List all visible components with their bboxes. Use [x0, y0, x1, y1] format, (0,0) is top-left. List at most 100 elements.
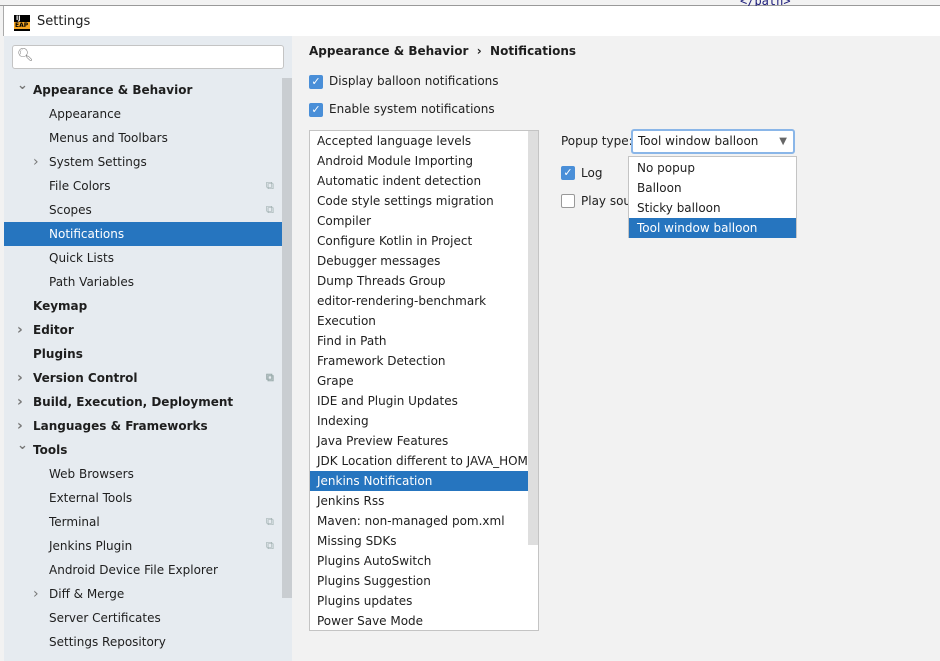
sidebar-item-label: Path Variables: [49, 275, 135, 289]
sidebar-item-label: Notifications: [49, 227, 125, 241]
chevron-down-icon[interactable]: ⌄: [17, 74, 28, 98]
list-item[interactable]: Framework Detection: [310, 351, 538, 371]
list-item[interactable]: JDK Location different to JAVA_HOME: [310, 451, 538, 471]
sidebar-item-label: System Settings: [49, 155, 147, 169]
list-item[interactable]: Execution: [310, 311, 538, 331]
list-item[interactable]: Jenkins Rss: [310, 491, 538, 511]
project-level-icon: ⧉: [266, 203, 274, 216]
sidebar-item[interactable]: › System Settings: [4, 150, 282, 174]
sidebar-item-label: Quick Lists: [49, 251, 114, 265]
popup-type-label: Popup type:: [561, 134, 633, 148]
sidebar-item[interactable]: Keymap: [4, 294, 282, 318]
popup-type-dropdown[interactable]: Tool window balloon ▼: [631, 129, 795, 154]
sidebar-item-label: Build, Execution, Deployment: [33, 395, 234, 409]
list-item[interactable]: Java Preview Features: [310, 431, 538, 451]
chevron-right-icon[interactable]: ›: [17, 318, 23, 342]
list-item[interactable]: Compiler: [310, 211, 538, 231]
sidebar-item[interactable]: Jenkins Plugin ⧉: [4, 534, 282, 558]
list-item[interactable]: Power Save Mode: [310, 611, 538, 631]
list-item[interactable]: Missing SDKs: [310, 531, 538, 551]
list-item[interactable]: Automatic indent detection: [310, 171, 538, 191]
app-logo-icon: IJ EAP: [14, 15, 30, 31]
popup-type-options: No popup Balloon Sticky balloon Tool window…: [628, 156, 797, 238]
sidebar-item-label: Menus and Toolbars: [49, 131, 168, 145]
project-level-icon: ⧉: [266, 371, 274, 384]
sidebar-item[interactable]: › Languages & Frameworks: [4, 414, 282, 438]
chevron-right-icon[interactable]: ›: [33, 150, 39, 174]
sidebar-item[interactable]: Plugins: [4, 342, 282, 366]
log-label: Log: [581, 166, 603, 180]
sidebar-item-label: Web Browsers: [49, 467, 134, 481]
title-bar: IJ EAP Settings: [3, 6, 940, 36]
sidebar-item[interactable]: Settings Repository: [4, 630, 282, 654]
sidebar-item[interactable]: Scopes ⧉: [4, 198, 282, 222]
list-item[interactable]: Find in Path: [310, 331, 538, 351]
sidebar-item-label: Plugins: [33, 347, 83, 361]
search-input[interactable]: 🔍︎: [12, 45, 284, 69]
list-item[interactable]: Debugger messages: [310, 251, 538, 271]
chevron-right-icon[interactable]: ›: [17, 390, 23, 414]
sidebar-scrollbar[interactable]: [282, 78, 292, 598]
chevron-right-icon[interactable]: ›: [17, 366, 23, 390]
system-notifications-label: Enable system notifications: [329, 102, 495, 116]
sidebar-item[interactable]: › Diff & Merge: [4, 582, 282, 606]
sidebar-item[interactable]: › Editor: [4, 318, 282, 342]
sidebar-item[interactable]: Android Device File Explorer: [4, 558, 282, 582]
list-item[interactable]: Plugins AutoSwitch: [310, 551, 538, 571]
sidebar-item-label: Tools: [33, 443, 68, 457]
list-scrollbar[interactable]: [528, 131, 538, 545]
play-sound-checkbox[interactable]: [561, 194, 575, 208]
list-item[interactable]: Jenkins Notification: [310, 471, 538, 491]
list-item[interactable]: Plugins updates: [310, 591, 538, 611]
sidebar-item[interactable]: ⌄ Appearance & Behavior: [4, 78, 282, 102]
breadcrumb-separator: ›: [476, 44, 482, 58]
sidebar-item-label: Android Device File Explorer: [49, 563, 218, 577]
display-balloon-checkbox[interactable]: ✓: [309, 75, 323, 89]
chevron-right-icon[interactable]: ›: [33, 582, 39, 606]
popup-option[interactable]: No popup: [629, 158, 796, 178]
log-checkbox[interactable]: ✓: [561, 166, 575, 180]
sidebar-item[interactable]: Web Browsers: [4, 462, 282, 486]
sidebar-item[interactable]: › Version Control ⧉: [4, 366, 282, 390]
sidebar-item[interactable]: Path Variables: [4, 270, 282, 294]
list-item[interactable]: editor-rendering-benchmark: [310, 291, 538, 311]
sidebar-item[interactable]: File Colors ⧉: [4, 174, 282, 198]
popup-option[interactable]: Sticky balloon: [629, 198, 796, 218]
list-item[interactable]: IDE and Plugin Updates: [310, 391, 538, 411]
list-item[interactable]: Dump Threads Group: [310, 271, 538, 291]
sidebar-item-label: Appearance & Behavior: [33, 83, 193, 97]
sidebar-item-label: Server Certificates: [49, 611, 161, 625]
project-level-icon: ⧉: [266, 179, 274, 192]
chevron-down-icon[interactable]: ⌄: [17, 434, 28, 458]
sidebar-item-label: Editor: [33, 323, 74, 337]
sidebar-item-label: External Tools: [49, 491, 133, 505]
list-item[interactable]: Configure Kotlin in Project: [310, 231, 538, 251]
sidebar-item[interactable]: ⌄ Tools: [4, 438, 282, 462]
list-item[interactable]: Indexing: [310, 411, 538, 431]
system-notifications-checkbox[interactable]: ✓: [309, 103, 323, 117]
sidebar-item[interactable]: Server Certificates: [4, 606, 282, 630]
breadcrumb: Appearance & Behavior › Notifications: [309, 44, 576, 58]
sidebar-item[interactable]: › Build, Execution, Deployment: [4, 390, 282, 414]
sidebar-item[interactable]: Terminal ⧉: [4, 510, 282, 534]
sidebar-item[interactable]: Notifications: [4, 222, 282, 246]
window-title: Settings: [37, 14, 91, 29]
list-item[interactable]: Android Module Importing: [310, 151, 538, 171]
search-icon: 🔍︎: [17, 48, 34, 63]
popup-option[interactable]: Tool window balloon: [629, 218, 796, 238]
sidebar-item[interactable]: External Tools: [4, 486, 282, 510]
list-item[interactable]: Maven: non-managed pom.xml: [310, 511, 538, 531]
popup-type-value: Tool window balloon: [638, 134, 759, 148]
sidebar-item-label: Languages & Frameworks: [33, 419, 208, 433]
list-item[interactable]: Accepted language levels: [310, 131, 538, 151]
sidebar-item[interactable]: Menus and Toolbars: [4, 126, 282, 150]
popup-option[interactable]: Balloon: [629, 178, 796, 198]
notification-groups-list: Accepted language levels Android Module I…: [309, 130, 539, 631]
sidebar-item[interactable]: Appearance: [4, 102, 282, 126]
breadcrumb-parent[interactable]: Appearance & Behavior: [309, 44, 468, 58]
list-item[interactable]: Plugins Suggestion: [310, 571, 538, 591]
sidebar-item[interactable]: Quick Lists: [4, 246, 282, 270]
list-item[interactable]: Grape: [310, 371, 538, 391]
list-item[interactable]: Code style settings migration: [310, 191, 538, 211]
sidebar-item-label: Diff & Merge: [49, 587, 125, 601]
